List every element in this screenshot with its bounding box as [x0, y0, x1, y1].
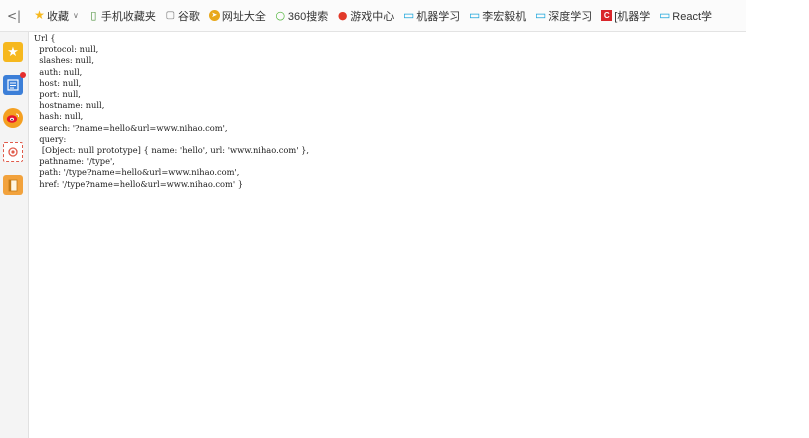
sidebar-book-button[interactable] [3, 175, 23, 195]
output-line: hash: null, [34, 111, 84, 122]
bookmark-item[interactable]: ➤ 网址大全 [208, 6, 266, 26]
notification-badge [20, 72, 26, 78]
bookmark-label: [机器学 [614, 10, 651, 23]
sidebar-news-button[interactable] [3, 72, 26, 95]
output-line: slashes: null, [34, 55, 94, 66]
screenshot-icon [8, 147, 18, 157]
bookmark-label: 360搜索 [287, 10, 329, 23]
bookmark-label: 李宏毅机 [482, 10, 527, 23]
bookmark-item[interactable]: ▭ 李宏毅机 [469, 6, 526, 26]
bookmark-item[interactable]: ▯ 手机收藏夹 [88, 6, 156, 26]
bookmark-label: 手机收藏夹 [100, 10, 156, 23]
sidebar-weibo-button[interactable] [3, 108, 23, 128]
output-line: search: '?name=hello&url=www.nihao.com', [34, 122, 228, 133]
output-line: auth: null, [34, 66, 83, 77]
bookmark-item[interactable]: ○ 360搜索 [275, 6, 329, 26]
console-output: Url { protocol: null, slashes: null, aut… [34, 33, 309, 190]
bookmarks-bar: <| ★ 收藏 ∨ ▯ 手机收藏夹 ▢ 谷歌 ➤ 网址大全 ○ 360搜索 ● 游戏中心 ▭ 机器学习… [0, 0, 746, 32]
bookmark-item[interactable]: ▭ 深度学习 [535, 6, 592, 26]
bookmark-item[interactable]: ● 游戏中心 [337, 6, 394, 26]
output-line: hostname: null, [34, 100, 105, 111]
weibo-icon [6, 113, 20, 123]
csdn-icon: C [601, 10, 613, 21]
bookmark-label: 游戏中心 [350, 10, 395, 23]
bilibili-icon: ▭ [659, 8, 671, 22]
sidebar-screenshot-button[interactable] [3, 142, 23, 162]
output-line: port: null, [34, 89, 81, 100]
output-line: Url { [34, 33, 56, 43]
game-icon: ● [337, 9, 348, 22]
bilibili-icon: ▭ [469, 8, 481, 22]
collapse-sidebar-button[interactable]: <| [0, 9, 26, 23]
bookmark-item[interactable]: ▭ React学 [659, 6, 712, 26]
output-line: [Object: null prototype] { name: 'hello'… [34, 145, 310, 156]
output-line: pathname: '/type', [34, 156, 115, 167]
bookmark-label: 机器学习 [416, 10, 461, 23]
star-icon: ★ [7, 44, 19, 60]
output-line: protocol: null, [34, 44, 99, 55]
bookmark-item[interactable]: ▭ 机器学习 [403, 6, 460, 26]
side-bar: ★ [0, 32, 29, 438]
star-icon: ★ [34, 8, 45, 22]
chevron-down-icon: ∨ [73, 11, 79, 20]
output-line: query: [34, 133, 67, 144]
mobile-icon: ▯ [90, 9, 97, 22]
bookmark-item[interactable]: C [机器学 [601, 6, 650, 26]
bookmark-label: 深度学习 [548, 10, 593, 23]
bookmark-label: 谷歌 [177, 10, 200, 23]
bilibili-icon: ▭ [403, 8, 415, 22]
bookmark-label: React学 [672, 10, 713, 23]
compass-icon: ➤ [208, 10, 220, 21]
output-line: href: '/type?name=hello&url=www.nihao.co… [34, 178, 244, 189]
page-icon: ▢ [165, 10, 176, 21]
favorites-menu[interactable]: ★ 收藏 ∨ [34, 6, 79, 26]
bilibili-icon: ▭ [535, 8, 547, 22]
news-icon [7, 79, 19, 91]
output-line: host: null, [34, 77, 82, 88]
search360-icon: ○ [275, 9, 286, 22]
bookmark-item[interactable]: ▢ 谷歌 [165, 6, 200, 26]
book-icon [8, 179, 18, 191]
bookmark-label: 网址大全 [221, 10, 266, 23]
sidebar-favorites-button[interactable]: ★ [3, 42, 23, 62]
output-line: path: '/type?name=hello&url=www.nihao.co… [34, 167, 240, 178]
favorites-label: 收藏 [47, 10, 69, 23]
